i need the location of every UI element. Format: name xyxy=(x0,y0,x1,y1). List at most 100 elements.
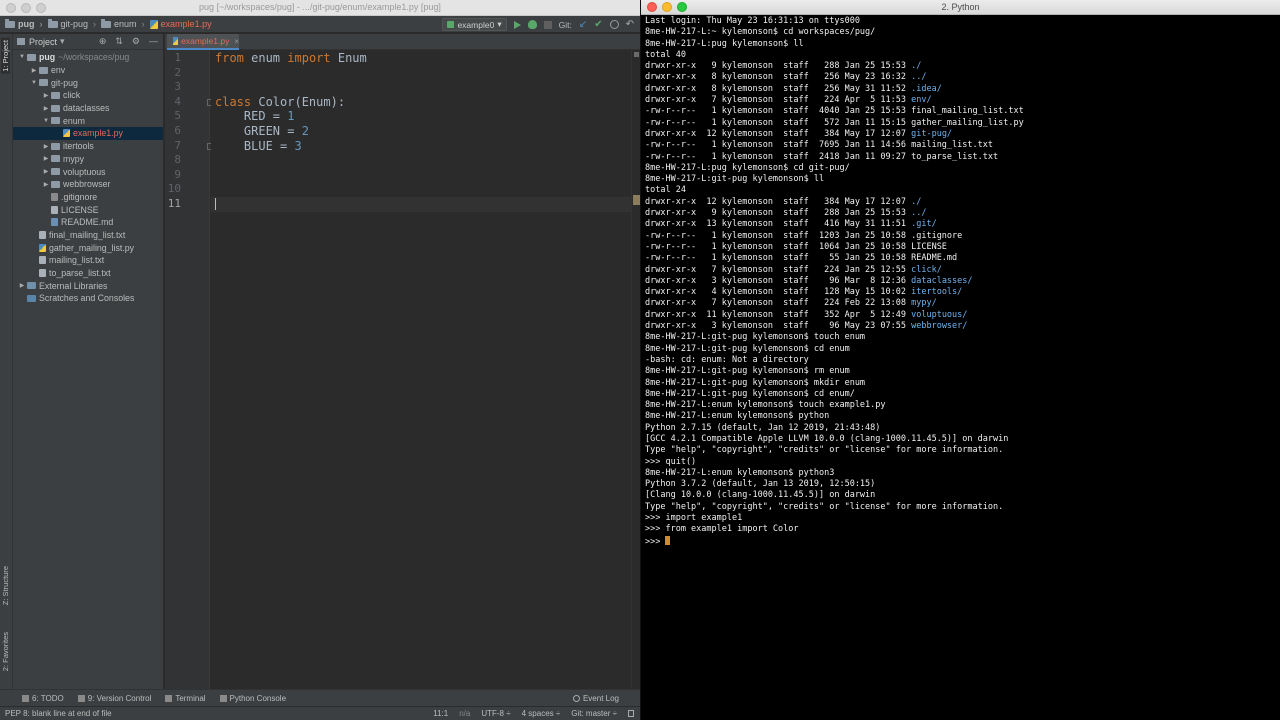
caret-position[interactable]: 11:1 xyxy=(433,709,448,718)
tree-item[interactable]: ▼ git-pug xyxy=(13,76,163,89)
status-widgets: 11:1 n/a UTF-8 ÷ 4 spaces ÷ Git: master … xyxy=(433,709,640,718)
terminal-icon xyxy=(165,694,173,702)
scratch-icon xyxy=(27,294,36,302)
terminal-text: -rw-r--r-- 1 kylemonson staff 2418 Jan 1… xyxy=(645,151,999,162)
terminal-text: 8me-HW-217-L:enum kylemonson$ touch exam… xyxy=(645,400,886,411)
tree-item[interactable]: ▶ mypy xyxy=(13,153,163,166)
breadcrumb-enum[interactable]: enum › xyxy=(96,18,145,29)
terminal-text: 8me-HW-217-L:git-pug kylemonson$ mkdir e… xyxy=(645,377,866,388)
tab-project[interactable]: 1: Project xyxy=(1,38,10,74)
directory-name: .git/ xyxy=(911,219,937,230)
run-icon[interactable] xyxy=(513,20,521,29)
expanded-arrow-icon[interactable]: ▼ xyxy=(41,118,51,124)
collapsed-arrow-icon[interactable]: ▶ xyxy=(41,155,51,162)
tab-favorites[interactable]: 2: Favorites xyxy=(1,632,10,671)
tree-item[interactable]: to_parse_list.txt xyxy=(13,267,163,280)
tree-item-label: dataclasses xyxy=(63,103,110,114)
breadcrumb-file[interactable]: example1.py xyxy=(145,19,212,29)
git-rollback-icon[interactable]: ↶ xyxy=(626,19,634,30)
tree-item[interactable]: .gitignore xyxy=(13,191,163,204)
folder-icon xyxy=(47,18,58,28)
tree-item[interactable]: README.md xyxy=(13,216,163,229)
tree-item[interactable]: ▶ env xyxy=(13,64,163,77)
tree-item[interactable]: ▶ click xyxy=(13,89,163,102)
tree-item[interactable]: ▶ External Libraries xyxy=(13,279,163,292)
indent-setting[interactable]: 4 spaces ÷ xyxy=(522,709,561,718)
debug-icon[interactable] xyxy=(527,20,537,29)
close-icon[interactable]: × xyxy=(234,37,239,46)
terminal-text: 8me-HW-217-L:~ kylemonson$ cd workspaces… xyxy=(645,27,876,38)
run-configuration-select[interactable]: example0 ▾ xyxy=(442,18,507,31)
git-commit-icon[interactable]: ✔ xyxy=(594,19,602,30)
tree-item[interactable]: ▼ pug ~/workspaces/pug xyxy=(13,51,163,64)
breadcrumb-project[interactable]: pug › xyxy=(0,18,43,29)
folder-icon xyxy=(39,79,48,87)
terminal-text: Python 2.7.15 (default, Jan 12 2019, 21:… xyxy=(645,422,881,433)
lock-icon[interactable] xyxy=(628,710,634,717)
terminal-tool-button[interactable]: Terminal xyxy=(165,694,206,703)
tree-item[interactable]: gather_mailing_list.py xyxy=(13,241,163,254)
terminal-line: [Clang 10.0.0 (clang-1000.11.45.5)] on d… xyxy=(645,490,1275,501)
tree-item[interactable]: Scratches and Consoles xyxy=(13,292,163,305)
editor-scrollbar[interactable] xyxy=(631,50,640,689)
code-editor[interactable]: from enum import Enum class Color(Enum): … xyxy=(211,50,631,689)
tree-item-label: gather_mailing_list.py xyxy=(49,242,135,253)
tab-structure[interactable]: Z: Structure xyxy=(1,566,10,605)
todo-tool-button[interactable]: 6: TODO xyxy=(22,694,64,703)
stop-icon[interactable] xyxy=(543,20,552,29)
tree-item[interactable]: ▶ webbrowser xyxy=(13,178,163,191)
collapsed-arrow-icon[interactable]: ▶ xyxy=(41,181,51,188)
collapsed-arrow-icon[interactable]: ▶ xyxy=(41,168,51,175)
collapsed-arrow-icon[interactable]: ▶ xyxy=(29,67,39,74)
tree-item-label: mailing_list.txt xyxy=(49,255,105,266)
gear-icon[interactable]: ⚙ xyxy=(132,36,140,47)
collapsed-arrow-icon[interactable]: ▶ xyxy=(41,92,51,99)
file-encoding[interactable]: UTF-8 ÷ xyxy=(481,709,510,718)
event-log-button[interactable]: Event Log xyxy=(572,694,619,703)
terminal-text: total 40 xyxy=(645,49,686,60)
terminal-line: 8me-HW-217-L:~ kylemonson$ cd workspaces… xyxy=(645,27,1275,38)
version-control-tool-button[interactable]: 9: Version Control xyxy=(77,694,151,703)
directory-name: ./ xyxy=(911,61,922,72)
python-console-tool-button[interactable]: Python Console xyxy=(219,694,286,703)
git-history-icon[interactable] xyxy=(609,20,619,29)
expanded-arrow-icon[interactable]: ▼ xyxy=(17,54,27,60)
tree-item[interactable]: final_mailing_list.txt xyxy=(13,229,163,242)
tree-item[interactable]: ▼ enum xyxy=(13,114,163,127)
warning-marker[interactable] xyxy=(633,195,640,205)
terminal-line: 8me-HW-217-L:enum kylemonson$ python3 xyxy=(645,468,1275,479)
directory-name: dataclasses/ xyxy=(911,275,973,286)
terminal-text: drwxr-xr-x 12 kylemonson staff 384 May 1… xyxy=(645,128,912,139)
chevron-down-icon[interactable]: ▾ xyxy=(60,36,65,47)
tree-item[interactable]: example1.py xyxy=(13,127,163,140)
code-token: class xyxy=(215,94,252,109)
hide-pane-icon[interactable]: — xyxy=(149,36,158,47)
collapsed-arrow-icon[interactable]: ▶ xyxy=(41,105,51,112)
terminal-line: drwxr-xr-x 12 kylemonson staff 384 May 1… xyxy=(645,197,1275,208)
tree-item[interactable]: LICENSE xyxy=(13,203,163,216)
project-view-select[interactable]: Project xyxy=(29,37,57,47)
line-separator[interactable]: n/a xyxy=(459,709,470,718)
terminal-line: drwxr-xr-x 7 kylemonson staff 224 Jan 25… xyxy=(645,265,1275,276)
editor-tab-example1[interactable]: example1.py × xyxy=(167,34,239,50)
code-token: BLUE = xyxy=(215,138,295,153)
tree-item[interactable]: ▶ dataclasses xyxy=(13,102,163,115)
git-branch[interactable]: Git: master ÷ xyxy=(571,709,617,718)
locate-icon[interactable]: ⊕ xyxy=(99,36,107,47)
terminal-text: drwxr-xr-x 7 kylemonson staff 224 Apr 5 … xyxy=(645,95,912,106)
terminal-output[interactable]: Last login: Thu May 23 16:31:13 on ttys0… xyxy=(645,16,1275,547)
terminal-text: 8me-HW-217-L:enum kylemonson$ python xyxy=(645,411,830,422)
directory-name: ./ xyxy=(911,196,922,207)
expanded-arrow-icon[interactable]: ▼ xyxy=(29,80,39,86)
tree-item[interactable]: ▶ voluptuous xyxy=(13,165,163,178)
tree-item[interactable]: mailing_list.txt xyxy=(13,254,163,267)
collapsed-arrow-icon[interactable]: ▶ xyxy=(41,143,51,150)
collapse-all-icon[interactable]: ⇅ xyxy=(115,36,123,47)
editor-tab-bar: example1.py × xyxy=(165,34,640,50)
line-number: 8 xyxy=(174,153,181,167)
collapsed-arrow-icon[interactable]: ▶ xyxy=(17,282,27,289)
inspection-status-icon xyxy=(634,52,639,57)
git-update-icon[interactable]: ↙ xyxy=(579,19,587,30)
breadcrumb-git-pug[interactable]: git-pug › xyxy=(43,18,96,29)
tree-item[interactable]: ▶ itertools xyxy=(13,140,163,153)
